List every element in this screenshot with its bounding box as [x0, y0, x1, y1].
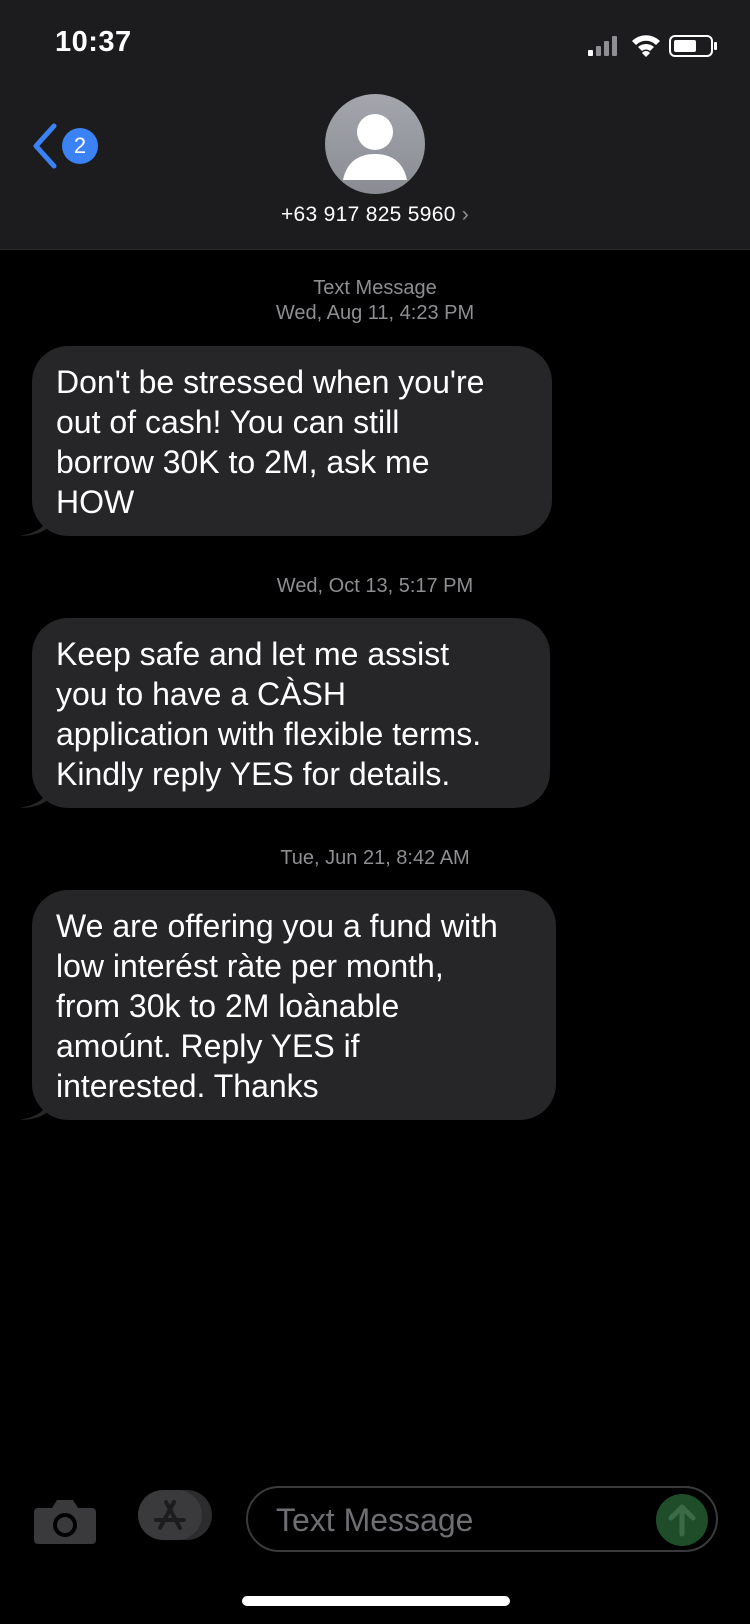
chevron-left-icon: [33, 123, 57, 169]
message-timestamp: Wed, Oct 13, 5:17 PM: [276, 575, 474, 597]
wifi-icon: [632, 35, 660, 57]
message-line: Keep safe and let me assist: [56, 636, 450, 672]
bubble-tail: [20, 780, 50, 808]
bubble-tail: [20, 1092, 50, 1120]
app-store-button[interactable]: [138, 1490, 214, 1540]
message-line: low interést ràte per month,: [56, 948, 444, 984]
message-line: borrow 30K to 2M, ask me: [56, 444, 430, 480]
message-line: interested. Thanks: [56, 1068, 319, 1104]
camera-button[interactable]: [34, 1496, 96, 1544]
contact-number: +63 917 825 5960: [280, 203, 456, 226]
unread-count-badge: 2: [62, 128, 98, 164]
arrow-up-icon: [668, 1504, 696, 1537]
status-icons: [588, 35, 717, 57]
contact-avatar[interactable]: [325, 94, 425, 194]
send-button[interactable]: [656, 1494, 708, 1546]
contact-name[interactable]: +63 917 825 5960 ›: [0, 203, 750, 227]
conversation-header: 10:37 2 +63 917 825 5960 ›: [0, 0, 750, 250]
message-bubble[interactable]: Keep safe and let me assist you to have …: [20, 618, 550, 808]
service-label: Text Message: [313, 277, 437, 299]
message-line: amoúnt. Reply YES if: [56, 1028, 360, 1064]
app-store-icon: [138, 1490, 212, 1540]
message-line: We are offering you a fund with: [56, 908, 498, 944]
person-icon: [343, 114, 407, 180]
message-line: from 30k to 2M loànable: [56, 988, 400, 1024]
home-indicator[interactable]: [242, 1596, 510, 1606]
camera-icon: [34, 1500, 96, 1544]
message-bubble[interactable]: We are offering you a fund with low inte…: [20, 890, 556, 1120]
message-line: out of cash! You can still: [56, 404, 400, 440]
message-line: Kindly reply YES for details.: [56, 756, 451, 792]
message-line: Don't be stressed when you're: [56, 364, 485, 400]
message-timestamp: Wed, Aug 11, 4:23 PM: [275, 302, 475, 324]
bubble-tail: [20, 508, 50, 536]
message-timestamp: Tue, Jun 21, 8:42 AM: [280, 847, 470, 869]
message-input[interactable]: [274, 1488, 638, 1552]
message-line: you to have a CÀSH: [56, 676, 346, 712]
signal-icon: [588, 36, 617, 56]
message-bubble[interactable]: Don't be stressed when you're out of cas…: [20, 346, 552, 536]
back-button[interactable]: 2: [30, 118, 110, 174]
status-time: 10:37: [55, 26, 132, 58]
chevron-right-icon: ›: [461, 203, 469, 226]
battery-icon: [669, 35, 717, 57]
message-input-container: [246, 1486, 718, 1552]
message-line: application with flexible terms.: [56, 716, 482, 752]
message-line: HOW: [56, 484, 135, 520]
